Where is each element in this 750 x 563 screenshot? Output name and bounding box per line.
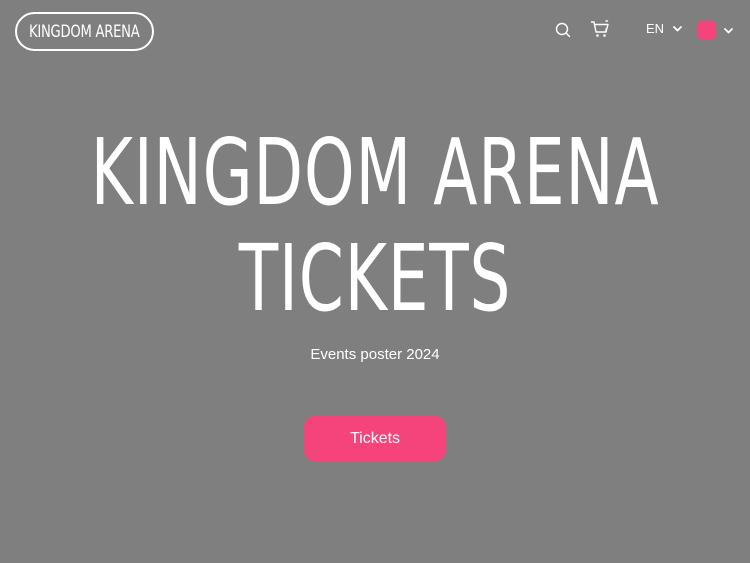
theme-color-selector[interactable]	[697, 21, 733, 40]
cart-icon	[590, 20, 609, 37]
hero-subtitle: Events poster 2024	[310, 346, 440, 363]
color-swatch	[697, 21, 716, 40]
hero-title-line-1: KINGDOM ARENA	[90, 119, 660, 226]
logo-text: KINGDOM ARENA	[29, 21, 140, 42]
hero-title-line-2: TICKETS	[238, 225, 512, 332]
logo-link[interactable]: KINGDOM ARENA	[15, 12, 154, 51]
tickets-button[interactable]: Tickets	[304, 416, 446, 462]
chevron-down-icon	[724, 27, 733, 33]
language-selector[interactable]: EN	[646, 21, 682, 36]
search-button[interactable]	[552, 19, 574, 41]
cart-button[interactable]	[589, 18, 611, 40]
chevron-down-icon	[673, 25, 682, 31]
page: KINGDOM ARENA EN KINGDOM ARENA TICKETS E…	[0, 0, 750, 563]
search-icon	[555, 22, 571, 38]
site-header: KINGDOM ARENA EN	[0, 0, 750, 62]
language-label: EN	[646, 21, 665, 36]
hero-title: KINGDOM ARENA TICKETS	[0, 120, 750, 332]
